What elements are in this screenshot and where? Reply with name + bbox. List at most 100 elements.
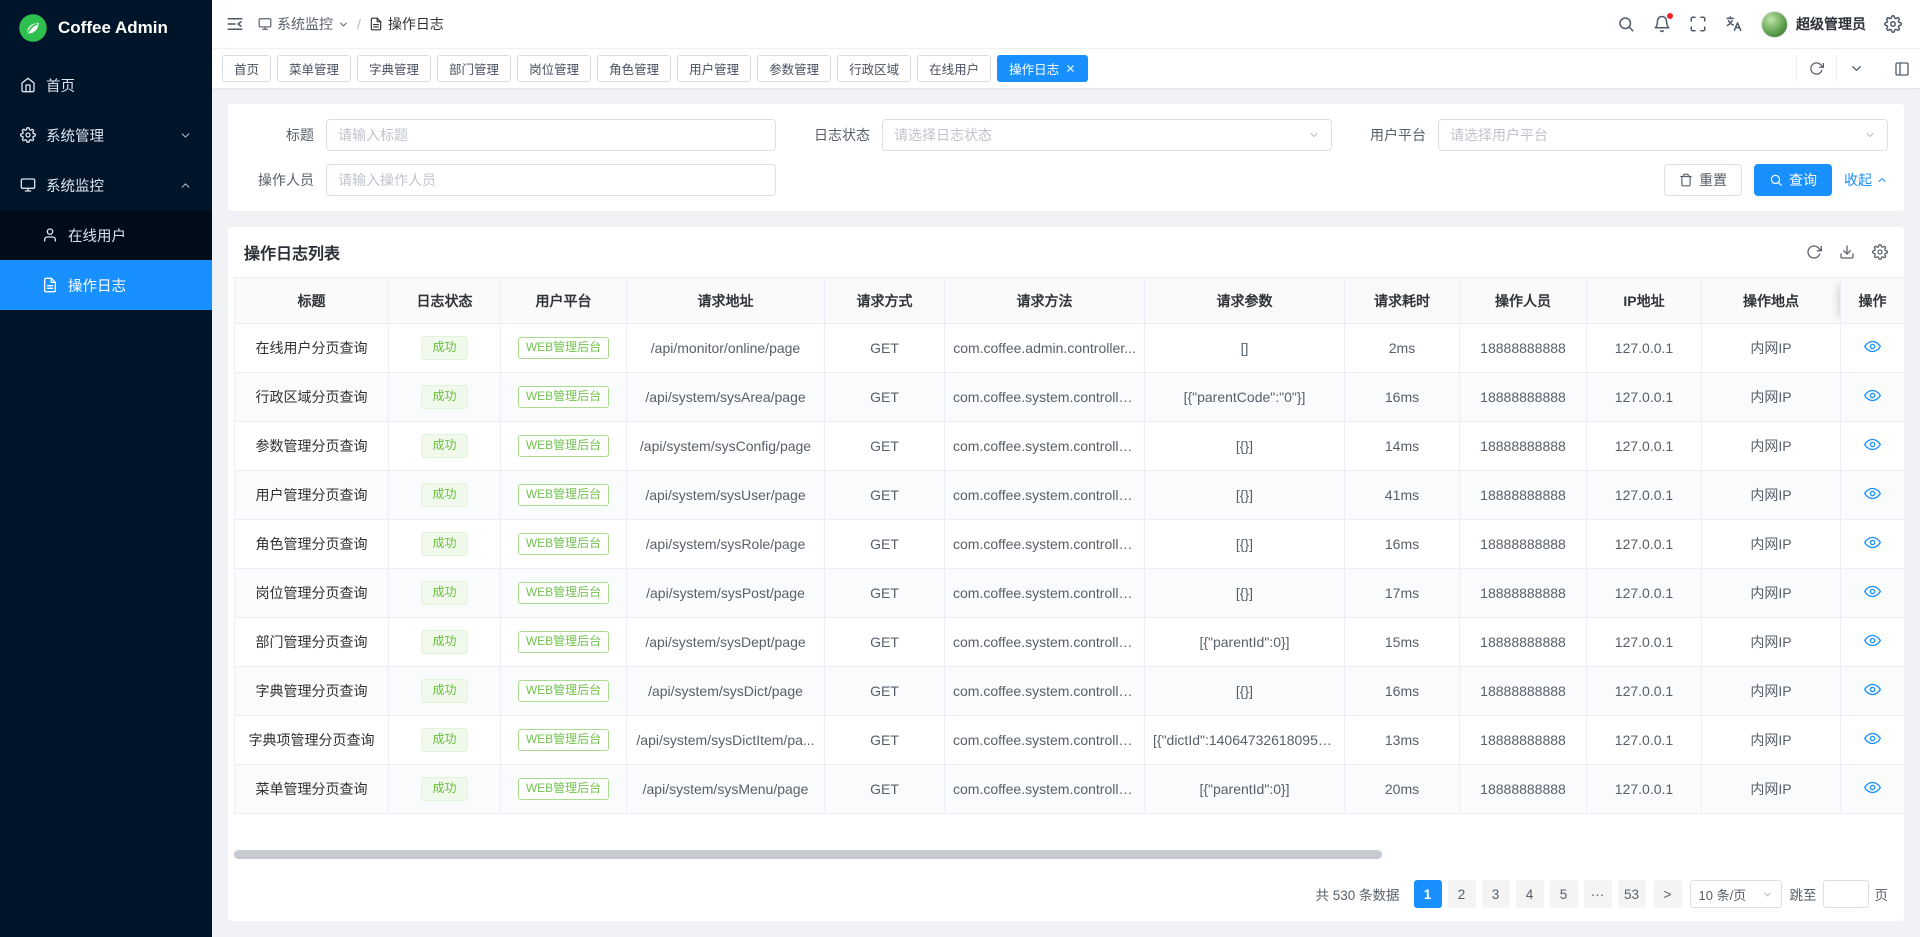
- platform-badge: WEB管理后台: [518, 631, 609, 653]
- cell-request-handler: com.coffee.system.controlle...: [945, 471, 1145, 520]
- page-button-4[interactable]: 4: [1516, 880, 1544, 908]
- page-button-3[interactable]: 3: [1482, 880, 1510, 908]
- tab[interactable]: 在线用户: [917, 55, 991, 82]
- tab[interactable]: 行政区域: [837, 55, 911, 82]
- cell-title: 参数管理分页查询: [235, 422, 389, 471]
- sidebar-item-home[interactable]: 首页: [0, 60, 212, 110]
- cell-request-url: /api/system/sysMenu/page: [627, 765, 825, 814]
- monitor-icon: [258, 17, 272, 31]
- cell-request-method: GET: [825, 471, 945, 520]
- tab-label: 参数管理: [769, 59, 819, 78]
- tab[interactable]: 首页: [222, 55, 271, 82]
- chevron-down-icon: [179, 129, 192, 142]
- pagination-total: 共 530 条数据: [1315, 884, 1399, 904]
- view-detail-eye-icon[interactable]: [1864, 485, 1881, 502]
- view-detail-eye-icon[interactable]: [1864, 632, 1881, 649]
- cell-request-handler: com.coffee.system.controlle...: [945, 716, 1145, 765]
- cell-request-params: [{}]: [1145, 422, 1345, 471]
- cell-title: 行政区域分页查询: [235, 373, 389, 422]
- jump-label: 跳至: [1790, 884, 1817, 904]
- platform-badge: WEB管理后台: [518, 533, 609, 555]
- cell-request-params: [{}]: [1145, 569, 1345, 618]
- scrollbar-thumb[interactable]: [234, 850, 1382, 859]
- view-detail-eye-icon[interactable]: [1864, 387, 1881, 404]
- view-detail-eye-icon[interactable]: [1864, 681, 1881, 698]
- table-row: 角色管理分页查询 成功 WEB管理后台 /api/system/sysRole/…: [235, 520, 1905, 569]
- settings-gear-icon[interactable]: [1884, 15, 1902, 33]
- view-detail-eye-icon[interactable]: [1864, 436, 1881, 453]
- column-settings-gear-icon[interactable]: [1872, 244, 1888, 260]
- sidebar-item-system-monitor[interactable]: 系统监控: [0, 160, 212, 210]
- page-size-select[interactable]: 10 条/页: [1690, 880, 1782, 908]
- sidebar-collapse-icon[interactable]: [226, 15, 244, 33]
- filter-panel: 标题 日志状态 请选择日志状态: [228, 104, 1904, 211]
- breadcrumb-item-operation-log[interactable]: 操作日志: [369, 14, 444, 34]
- table-row: 岗位管理分页查询 成功 WEB管理后台 /api/system/sysPost/…: [235, 569, 1905, 618]
- cell-request-method: GET: [825, 324, 945, 373]
- view-detail-eye-icon[interactable]: [1864, 534, 1881, 551]
- view-detail-eye-icon[interactable]: [1864, 583, 1881, 600]
- search-icon[interactable]: [1617, 15, 1635, 33]
- search-button[interactable]: 查询: [1754, 164, 1832, 196]
- page-button-5[interactable]: 5: [1550, 880, 1578, 908]
- page-button-1[interactable]: 1: [1414, 880, 1442, 908]
- title-input[interactable]: [326, 119, 776, 151]
- platform-badge: WEB管理后台: [518, 435, 609, 457]
- log-status-select[interactable]: 请选择日志状态: [882, 119, 1332, 151]
- trash-icon: [1679, 173, 1693, 187]
- view-detail-eye-icon[interactable]: [1864, 730, 1881, 747]
- tab-label: 在线用户: [929, 59, 979, 78]
- content-layout-icon[interactable]: [1882, 61, 1910, 77]
- tab[interactable]: 菜单管理: [277, 55, 351, 82]
- export-icon[interactable]: [1839, 244, 1855, 260]
- user-platform-select[interactable]: 请选择用户平台: [1438, 119, 1888, 151]
- cell-request-url: /api/system/sysDictItem/pa...: [627, 716, 825, 765]
- cell-operator: 18888888888: [1460, 373, 1587, 422]
- tab[interactable]: 岗位管理: [517, 55, 591, 82]
- cell-location: 内网IP: [1702, 569, 1841, 618]
- breadcrumb-item-system-monitor[interactable]: 系统监控: [258, 14, 349, 34]
- translate-icon[interactable]: [1725, 15, 1743, 33]
- tab-refresh-icon[interactable]: [1797, 55, 1837, 82]
- page-button-53[interactable]: 53: [1618, 880, 1646, 908]
- collapse-filters-button[interactable]: 收起: [1844, 170, 1888, 190]
- user-menu[interactable]: 超级管理员: [1761, 11, 1866, 38]
- operator-input[interactable]: [326, 164, 776, 196]
- cell-title: 部门管理分页查询: [235, 618, 389, 667]
- username: 超级管理员: [1796, 14, 1866, 34]
- platform-badge: WEB管理后台: [518, 778, 609, 800]
- page-ellipsis[interactable]: ···: [1584, 880, 1612, 908]
- cell-request-method: GET: [825, 618, 945, 667]
- card-tools: [1806, 244, 1888, 260]
- next-page-button[interactable]: >: [1654, 880, 1682, 908]
- sidebar-item-online-users[interactable]: 在线用户: [0, 210, 212, 260]
- tab[interactable]: 参数管理: [757, 55, 831, 82]
- cell-request-cost: 16ms: [1345, 667, 1460, 716]
- tab[interactable]: 操作日志: [997, 55, 1088, 82]
- view-detail-eye-icon[interactable]: [1864, 338, 1881, 355]
- breadcrumb: 系统监控 / 操作日志: [258, 14, 444, 34]
- cell-request-cost: 16ms: [1345, 373, 1460, 422]
- cell-request-params: [{"dictId":140647326180950...: [1145, 716, 1345, 765]
- sidebar-item-label: 首页: [46, 75, 192, 96]
- app-logo[interactable]: Coffee Admin: [0, 0, 212, 56]
- tab[interactable]: 角色管理: [597, 55, 671, 82]
- fullscreen-icon[interactable]: [1689, 15, 1707, 33]
- view-detail-eye-icon[interactable]: [1864, 779, 1881, 796]
- page-button-2[interactable]: 2: [1448, 880, 1476, 908]
- tab-close-icon[interactable]: [1065, 63, 1076, 74]
- tab[interactable]: 字典管理: [357, 55, 431, 82]
- cell-ip: 127.0.0.1: [1587, 324, 1702, 373]
- jump-page-input[interactable]: [1823, 880, 1869, 908]
- tab-menu-chevron-icon[interactable]: [1837, 55, 1876, 82]
- tab[interactable]: 用户管理: [677, 55, 751, 82]
- refresh-icon[interactable]: [1806, 244, 1822, 260]
- reset-button[interactable]: 重置: [1664, 164, 1742, 196]
- cell-request-cost: 16ms: [1345, 520, 1460, 569]
- notification-bell-icon[interactable]: [1653, 15, 1671, 33]
- status-badge: 成功: [421, 728, 467, 752]
- tab[interactable]: 部门管理: [437, 55, 511, 82]
- sidebar-item-system-management[interactable]: 系统管理: [0, 110, 212, 160]
- table-row: 在线用户分页查询 成功 WEB管理后台 /api/monitor/online/…: [235, 324, 1905, 373]
- sidebar-item-operation-log[interactable]: 操作日志: [0, 260, 212, 310]
